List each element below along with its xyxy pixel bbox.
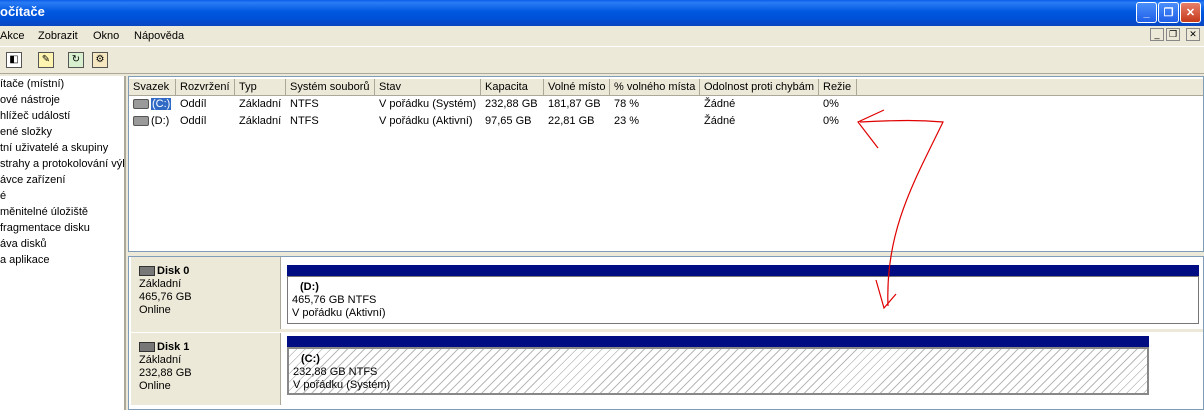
volume-list: Svazek Rozvržení Typ Systém souborů Stav… <box>128 76 1204 252</box>
disk-info-panel[interactable]: Disk 0 Základní 465,76 GB Online <box>131 257 281 329</box>
table-cell: Oddíl <box>180 115 207 127</box>
col-header-odolnost[interactable]: Odolnost proti chybám <box>700 79 819 96</box>
table-cell: 23 % <box>614 115 640 127</box>
disk-name: Disk 1 <box>157 341 190 353</box>
menu-akce[interactable]: Akce <box>0 30 24 42</box>
volume-status: V pořádku (Aktivní) <box>292 307 386 319</box>
divider <box>131 329 1203 332</box>
tree-toggle-icon[interactable]: ◧ <box>6 52 22 68</box>
table-cell: 78 % <box>614 98 640 110</box>
volume-size-fs: 465,76 GB NTFS <box>292 294 377 306</box>
toolbar: ◧ ✎ ↻ ⚙ <box>0 46 1204 74</box>
disk-icon <box>139 342 155 353</box>
properties-icon[interactable]: ✎ <box>38 52 54 68</box>
child-minimize-button[interactable]: _ <box>1150 28 1164 41</box>
tree-item-disk-management[interactable]: áva disků <box>0 236 124 252</box>
table-cell: 0% <box>823 115 839 127</box>
title-bar: očítače _ ❐ ✕ <box>0 0 1204 26</box>
disk-graphical-view: Disk 0 Základní 465,76 GB Online (D:) 46… <box>128 256 1204 410</box>
table-row-d-drive[interactable]: (D:) <box>129 113 169 129</box>
col-header-system-souboru[interactable]: Systém souborů <box>286 79 375 96</box>
volume-block-c[interactable]: (C:) 232,88 GB NTFS V pořádku (Systém) <box>287 347 1149 395</box>
window-title: očítače <box>0 4 45 19</box>
volume-name-cell: (C:) <box>151 98 172 110</box>
maximize-button[interactable]: ❐ <box>1158 2 1179 23</box>
tree-item[interactable]: měnitelné úložiště <box>0 204 124 220</box>
table-cell: Základní <box>239 115 282 127</box>
disk-type: Základní <box>139 354 182 366</box>
table-cell: Žádné <box>704 98 736 110</box>
volume-name-cell: (D:) <box>151 115 170 127</box>
table-cell: V pořádku (Aktivní) <box>379 115 473 127</box>
col-header-typ[interactable]: Typ <box>235 79 286 96</box>
menu-okno[interactable]: Okno <box>93 30 119 42</box>
disk-size: 465,76 GB <box>139 291 192 303</box>
disk-icon <box>139 266 155 277</box>
disk-status: Online <box>139 304 171 316</box>
tree-item[interactable]: tní uživatelé a skupiny <box>0 140 124 156</box>
child-restore-button[interactable]: ❐ <box>1166 28 1180 41</box>
tree-item[interactable]: hlížeč událostí <box>0 108 124 124</box>
drive-icon <box>133 116 149 127</box>
drive-icon <box>133 99 149 110</box>
menu-zobrazit[interactable]: Zobrazit <box>38 30 78 42</box>
table-cell: Základní <box>239 98 282 110</box>
col-header-rozvrzeni[interactable]: Rozvržení <box>176 79 235 96</box>
col-header-volne-misto[interactable]: Volné místo <box>544 79 610 96</box>
table-cell: NTFS <box>290 115 319 127</box>
tree-item[interactable]: ové nástroje <box>0 92 124 108</box>
col-header-filler <box>857 79 1203 96</box>
disk-row: Disk 0 Základní 465,76 GB Online (D:) 46… <box>131 257 1203 331</box>
disk-row: Disk 1 Základní 232,88 GB Online (C:) 23… <box>131 333 1203 407</box>
tree-item[interactable]: fragmentace disku <box>0 220 124 236</box>
console-tree: ítače (místní) ové nástroje hlížeč událo… <box>0 76 126 410</box>
tree-item[interactable]: ávce zařízení <box>0 172 124 188</box>
col-header-stav[interactable]: Stav <box>375 79 481 96</box>
disk-info-panel[interactable]: Disk 1 Základní 232,88 GB Online <box>131 333 281 405</box>
child-close-button[interactable]: ✕ <box>1186 28 1200 41</box>
volume-header-bar <box>287 265 1199 276</box>
disk-status: Online <box>139 380 171 392</box>
table-cell: 97,65 GB <box>485 115 532 127</box>
menu-napoveda[interactable]: Nápověda <box>134 30 184 42</box>
minimize-button[interactable]: _ <box>1136 2 1157 23</box>
table-cell: Žádné <box>704 115 736 127</box>
settings-icon[interactable]: ⚙ <box>92 52 108 68</box>
table-cell: Oddíl <box>180 98 207 110</box>
col-header-rezie[interactable]: Režie <box>819 79 857 96</box>
table-cell: 232,88 GB <box>485 98 538 110</box>
volume-header-bar <box>287 336 1149 347</box>
tree-item[interactable]: a aplikace <box>0 252 124 268</box>
col-header-kapacita[interactable]: Kapacita <box>481 79 544 96</box>
table-cell: V pořádku (Systém) <box>379 98 477 110</box>
disk-name: Disk 0 <box>157 265 190 277</box>
refresh-icon[interactable]: ↻ <box>68 52 84 68</box>
table-cell: NTFS <box>290 98 319 110</box>
table-cell: 181,87 GB <box>548 98 601 110</box>
close-button[interactable]: ✕ <box>1180 2 1201 23</box>
tree-item[interactable]: ené složky <box>0 124 124 140</box>
disk-size: 232,88 GB <box>139 367 192 379</box>
volume-size-fs: 232,88 GB NTFS <box>293 366 378 378</box>
menu-bar: Akce Zobrazit Okno Nápověda <box>0 26 1204 46</box>
col-header-procent-volneho[interactable]: % volného místa <box>610 79 700 96</box>
table-cell: 0% <box>823 98 839 110</box>
volume-block-d[interactable]: (D:) 465,76 GB NTFS V pořádku (Aktivní) <box>287 276 1199 324</box>
disk-type: Základní <box>139 278 182 290</box>
volume-label: (C:) <box>301 353 320 365</box>
tree-item[interactable]: strahy a protokolování výk <box>0 156 124 172</box>
volume-label: (D:) <box>300 281 319 293</box>
tree-item[interactable]: é <box>0 188 124 204</box>
table-cell: 22,81 GB <box>548 115 595 127</box>
volume-status: V pořádku (Systém) <box>293 379 391 391</box>
col-header-svazek[interactable]: Svazek <box>129 79 176 96</box>
tree-item[interactable]: ítače (místní) <box>0 76 124 92</box>
table-row-c-drive[interactable]: (C:) <box>129 96 172 112</box>
